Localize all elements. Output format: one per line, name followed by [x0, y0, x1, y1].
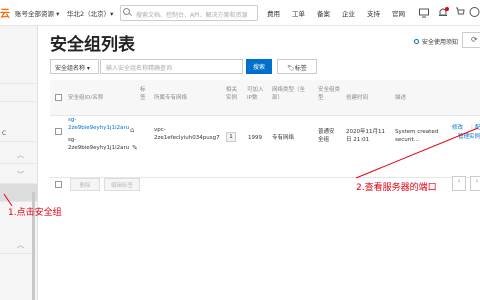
delete-button[interactable]: 删除: [70, 178, 100, 191]
security-group-search-input[interactable]: 输入安全组名称精确查询: [100, 59, 243, 74]
bell-icon[interactable]: [437, 6, 449, 19]
column-header-ip-count: 可加入IP数: [247, 87, 264, 101]
chevron-up-icon: ︿: [17, 151, 24, 159]
group-type-value: 普通安: [318, 129, 335, 135]
filter-field-select[interactable]: 安全组名称 ▾: [50, 59, 99, 74]
sidebar-item[interactable]: C: [0, 124, 38, 142]
sidebar-group-toggle[interactable]: ﹀: [0, 166, 38, 184]
sidebar-item-label: C: [2, 130, 7, 137]
refresh-button[interactable]: ⟳: [462, 32, 480, 48]
column-header-instances: 相关实例: [226, 87, 238, 101]
description-value-cont: securit...: [395, 137, 419, 143]
nav-link-icp[interactable]: 备案: [317, 8, 330, 18]
configure-rules-link[interactable]: 配: [475, 124, 480, 132]
manage-instances-link[interactable]: 管理实例: [458, 133, 480, 141]
instance-count-badge[interactable]: 1: [226, 132, 236, 142]
column-header-network-type[interactable]: 网络类型（全部）: [272, 86, 312, 102]
sidebar-item[interactable]: [0, 66, 38, 84]
column-header-group-type: 安全组类型: [318, 87, 341, 101]
group-type-value-cont: 全组: [318, 137, 330, 143]
nav-link-support[interactable]: 支持: [367, 8, 380, 18]
tag-filter-label: 标签: [294, 65, 307, 72]
region-selector[interactable]: 华北2（北京）▾: [67, 8, 113, 18]
table-row: sg- 2ze9bie9eyhy1j1i2aru sg- 2ze9bie9eyh…: [50, 116, 480, 178]
vpc-id: 2ze1efeclyiuh034pusg7: [154, 135, 220, 141]
modify-link[interactable]: 修改: [452, 124, 463, 132]
ip-count-value: 1999: [248, 135, 262, 141]
annotation-step1: 1.点击安全组: [8, 208, 62, 218]
tag-icon: 🏷: [287, 65, 295, 72]
column-header-description: 描述: [395, 95, 407, 101]
vpc-id-prefix: vpc-: [154, 127, 166, 133]
annotation-step2: 2.查看服务器的端口: [356, 183, 437, 193]
security-notice-link[interactable]: 安全使用须知: [422, 37, 458, 46]
top-navigation-bar: 云 账号全部资源 ▾ 华北2（北京）▾ 搜索文档、控制台、API、解决方案和资源…: [0, 0, 480, 26]
search-button[interactable]: 搜索: [246, 59, 272, 74]
footer-select-all-checkbox[interactable]: [55, 181, 62, 188]
brand-logo[interactable]: 云: [0, 5, 10, 20]
nav-link-official-site[interactable]: 官网: [392, 8, 405, 18]
edit-icon[interactable]: ✎: [132, 144, 138, 152]
table-header: 安全组ID/名称 标签 所属专有网络 相关实例 可加入IP数 网络类型（全部） …: [50, 80, 480, 116]
select-all-checkbox[interactable]: [55, 94, 62, 101]
nav-link-tickets[interactable]: 工单: [292, 8, 305, 18]
next-page-button[interactable]: ›: [470, 176, 480, 191]
screen-icon[interactable]: [418, 7, 430, 19]
column-header-vpc: 所属专有网络: [154, 95, 188, 101]
column-header-id-name: 安全组ID/名称: [68, 95, 104, 101]
security-group-name-prefix: sg-: [68, 137, 77, 143]
nav-link-enterprise[interactable]: 企业: [342, 8, 355, 18]
divider: |: [471, 125, 473, 131]
network-type-value: 专有网络: [272, 135, 295, 141]
cart-icon[interactable]: [455, 7, 465, 17]
security-group-id-prefix[interactable]: sg-: [68, 116, 76, 124]
created-time: 2020年11月11: [346, 129, 385, 135]
tag-icon[interactable]: ⌂: [130, 126, 134, 134]
description-value: System created: [395, 129, 439, 135]
sidebar: C ︿ ﹀ ︿: [0, 26, 38, 300]
created-time-cont: 日 21:01: [346, 137, 370, 143]
info-icon: [414, 39, 419, 44]
chevron-down-icon: ﹀: [17, 171, 24, 179]
global-search-input[interactable]: 搜索文档、控制台、API、解决方案和资源: [120, 5, 258, 21]
tag-filter-button[interactable]: 🏷标签: [277, 59, 317, 74]
column-header-tag: 标签: [140, 87, 146, 101]
security-group-name: 2ze9bie9eyhy1j1i2aru: [68, 145, 130, 151]
sidebar-group-toggle[interactable]: ︿: [0, 146, 38, 164]
account-resources-menu[interactable]: 账号全部资源 ▾: [15, 8, 59, 18]
sidebar-item[interactable]: [0, 84, 38, 102]
row-checkbox[interactable]: [55, 128, 62, 135]
edit-tags-button[interactable]: 编辑标签: [104, 178, 140, 191]
security-group-id[interactable]: 2ze9bie9eyhy1j1i2aru: [68, 124, 129, 132]
help-icon[interactable]: [469, 6, 480, 18]
page-title: 安全组列表: [50, 35, 135, 55]
nav-link-billing[interactable]: 费用: [267, 8, 280, 18]
chevron-up-icon: ︿: [17, 241, 24, 249]
prev-page-button[interactable]: ‹: [452, 176, 466, 191]
column-header-created: 创建时间: [346, 95, 369, 101]
